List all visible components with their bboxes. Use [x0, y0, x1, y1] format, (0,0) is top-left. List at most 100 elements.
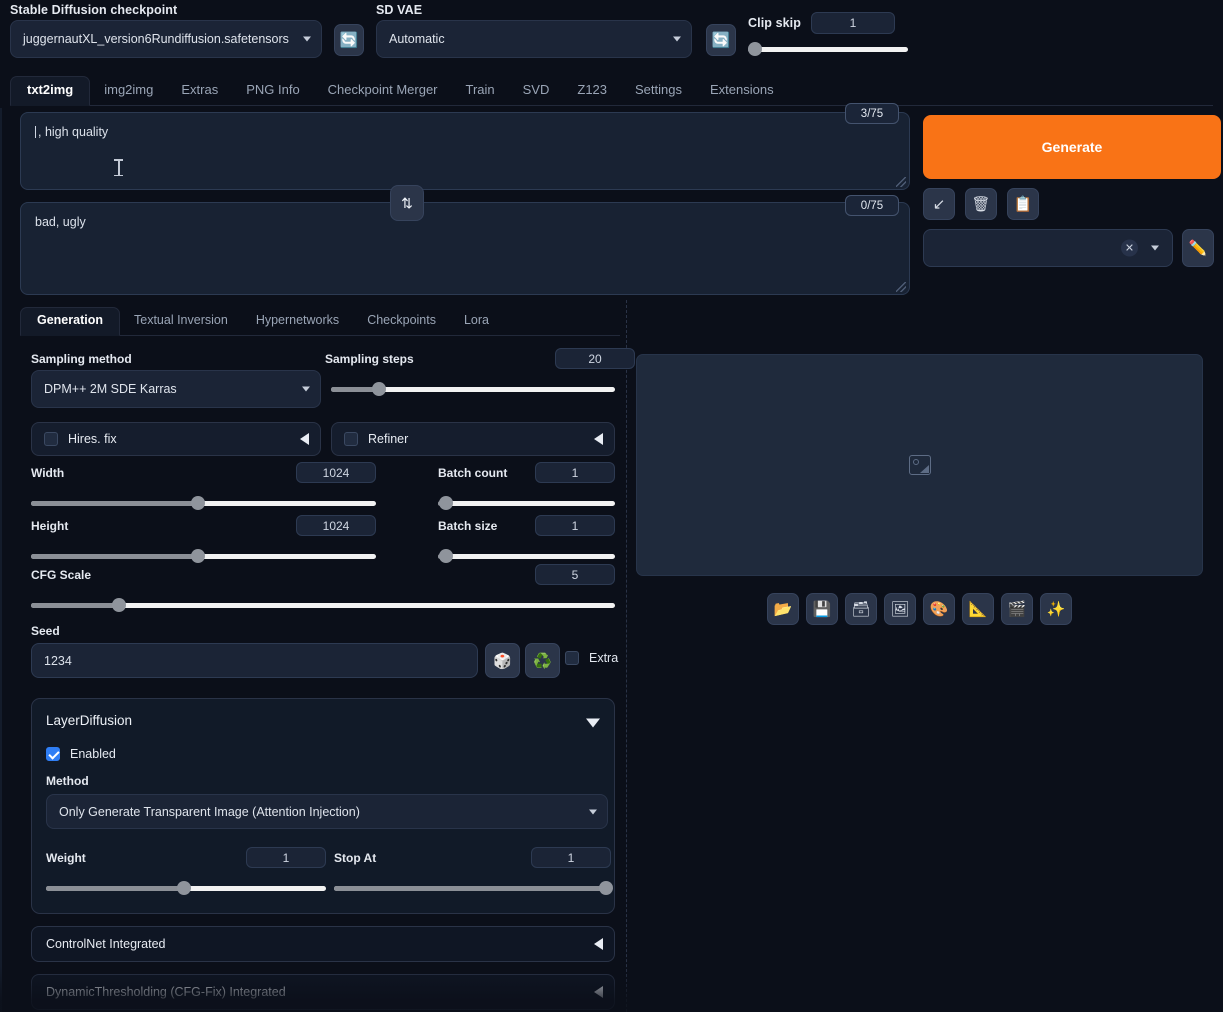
clear-prompt-button[interactable]: 🗑	[965, 188, 997, 220]
layerdiffusion-method-dropdown[interactable]: Only Generate Transparent Image (Attenti…	[46, 794, 608, 829]
slider-knob[interactable]	[439, 549, 453, 563]
tab-checkpoint-merger[interactable]: Checkpoint Merger	[314, 76, 452, 105]
seed-row: Seed 1234 🎲 ♻️ Extra	[20, 624, 620, 680]
generate-panel: Generate ↙ 🗑 📋 ✕ ✏️	[923, 115, 1221, 267]
styles-dropdown[interactable]: ✕	[923, 229, 1173, 267]
positive-prompt-input[interactable]: , high quality	[20, 112, 910, 190]
batch-size-value[interactable]: 1	[535, 515, 615, 536]
clip-skip-value[interactable]: 1	[811, 12, 895, 34]
tab-png-info[interactable]: PNG Info	[232, 76, 313, 105]
slider-knob[interactable]	[112, 598, 126, 612]
cfg-scale-value[interactable]: 5	[535, 564, 615, 585]
open-folder-button[interactable]: 📂	[767, 593, 799, 625]
tab-txt2img[interactable]: txt2img	[10, 76, 91, 106]
dynamic-thresholding-accordion[interactable]: DynamicThresholding (CFG-Fix) Integrated	[31, 974, 615, 1010]
chevron-down-icon	[673, 36, 681, 42]
send-to-svd-button[interactable]: 🎬	[1001, 593, 1033, 625]
apply-style-button[interactable]: 📋	[1007, 188, 1039, 220]
checkpoint-dropdown[interactable]: juggernautXL_version6Rundiffusion.safete…	[10, 20, 322, 58]
edit-styles-button[interactable]: ✏️	[1182, 229, 1214, 267]
checkpoint-label: Stable Diffusion checkpoint	[10, 3, 178, 17]
save-zip-button[interactable]: 🗃	[845, 593, 877, 625]
hires-fix-checkbox[interactable]	[44, 432, 58, 446]
vae-selector-group: SD VAE Automatic	[376, 3, 692, 58]
slider-knob[interactable]	[599, 881, 613, 895]
vae-dropdown[interactable]: Automatic	[376, 20, 692, 58]
close-icon[interactable]: ✕	[1121, 239, 1138, 257]
subtab-hypernetworks[interactable]: Hypernetworks	[242, 307, 353, 335]
chevron-left-icon	[594, 433, 603, 445]
random-seed-button[interactable]: 🎲	[485, 643, 520, 678]
sampling-steps-value[interactable]: 20	[555, 348, 635, 369]
positive-prompt-value: , high quality	[38, 125, 109, 139]
top-toolbar: Stable Diffusion checkpoint juggernautXL…	[0, 0, 1223, 70]
prompt-action-buttons: ↙ 🗑 📋	[923, 188, 1221, 220]
tab-settings[interactable]: Settings	[621, 76, 696, 105]
slider-knob[interactable]	[439, 496, 453, 510]
hires-fix-accordion[interactable]: Hires. fix	[31, 422, 321, 456]
swap-dimensions-button[interactable]: ⇅	[390, 185, 424, 221]
reuse-seed-button[interactable]: ♻️	[525, 643, 560, 678]
height-label: Height	[31, 519, 69, 533]
controlnet-accordion[interactable]: ControlNet Integrated	[31, 926, 615, 962]
tab-svd[interactable]: SVD	[509, 76, 564, 105]
layerdiffusion-stop-at-value[interactable]: 1	[531, 847, 611, 868]
slider-knob[interactable]	[191, 496, 205, 510]
clip-skip-slider[interactable]	[748, 41, 908, 57]
layerdiffusion-weight-value[interactable]: 1	[246, 847, 326, 868]
batch-count-slider[interactable]	[438, 495, 615, 511]
seed-input[interactable]: 1234	[31, 643, 478, 678]
output-gallery[interactable]	[636, 354, 1203, 576]
subtab-checkpoints[interactable]: Checkpoints	[353, 307, 450, 335]
cfg-scale-slider[interactable]	[31, 597, 615, 613]
generation-settings-column: Generation Textual Inversion Hypernetwor…	[20, 302, 635, 1012]
batch-size-slider[interactable]	[438, 548, 615, 564]
refresh-icon: 🔄	[711, 32, 731, 49]
negative-prompt-input[interactable]: bad, ugly	[20, 202, 910, 295]
tab-extras[interactable]: Extras	[167, 76, 232, 105]
sampling-method-dropdown[interactable]: DPM++ 2M SDE Karras	[31, 370, 321, 408]
slider-knob[interactable]	[372, 382, 386, 396]
width-slider[interactable]	[31, 495, 376, 511]
refresh-vae-button[interactable]: 🔄	[706, 24, 736, 56]
height-value[interactable]: 1024	[296, 515, 376, 536]
send-to-z123-button[interactable]: ✨	[1040, 593, 1072, 625]
send-to-img2img-button[interactable]: 🖼	[884, 593, 916, 625]
read-generation-params-button[interactable]: ↙	[923, 188, 955, 220]
tab-train[interactable]: Train	[452, 76, 509, 105]
chevron-down-icon[interactable]	[586, 718, 600, 728]
sampling-steps-slider[interactable]	[331, 381, 615, 397]
subtab-lora[interactable]: Lora	[450, 307, 503, 335]
resize-handle[interactable]	[896, 177, 906, 187]
tab-img2img[interactable]: img2img	[90, 76, 167, 105]
sampling-method-value: DPM++ 2M SDE Karras	[44, 382, 177, 396]
refiner-checkbox[interactable]	[344, 432, 358, 446]
slider-knob[interactable]	[191, 549, 205, 563]
clipboard-icon: 📋	[1013, 196, 1033, 213]
send-to-inpaint-icon: 🎨	[929, 601, 949, 618]
send-to-extras-icon: 📐	[968, 601, 988, 618]
save-button[interactable]: 💾	[806, 593, 838, 625]
refresh-checkpoint-button[interactable]: 🔄	[334, 24, 364, 56]
width-value[interactable]: 1024	[296, 462, 376, 483]
layerdiffusion-enabled-checkbox[interactable]	[46, 747, 60, 761]
slider-knob[interactable]	[177, 881, 191, 895]
height-slider[interactable]	[31, 548, 376, 564]
slider-knob[interactable]	[748, 42, 762, 56]
extra-seed-checkbox[interactable]	[565, 651, 579, 665]
layerdiffusion-title[interactable]: LayerDiffusion	[46, 713, 600, 728]
batch-count-value[interactable]: 1	[535, 462, 615, 483]
layerdiffusion-weight-slider[interactable]	[46, 880, 326, 896]
send-to-extras-button[interactable]: 📐	[962, 593, 994, 625]
subtab-generation[interactable]: Generation	[20, 307, 120, 336]
resize-handle[interactable]	[896, 282, 906, 292]
send-to-inpaint-button[interactable]: 🎨	[923, 593, 955, 625]
layerdiffusion-stop-at-slider[interactable]	[334, 880, 613, 896]
tab-z123[interactable]: Z123	[563, 76, 621, 105]
generate-button[interactable]: Generate	[923, 115, 1221, 179]
refiner-accordion[interactable]: Refiner	[331, 422, 615, 456]
prompt-section: , high quality bad, ugly	[20, 112, 910, 295]
subtab-textual-inversion[interactable]: Textual Inversion	[120, 307, 242, 335]
checkpoint-selector-group: Stable Diffusion checkpoint juggernautXL…	[10, 3, 322, 58]
tab-extensions[interactable]: Extensions	[696, 76, 788, 105]
